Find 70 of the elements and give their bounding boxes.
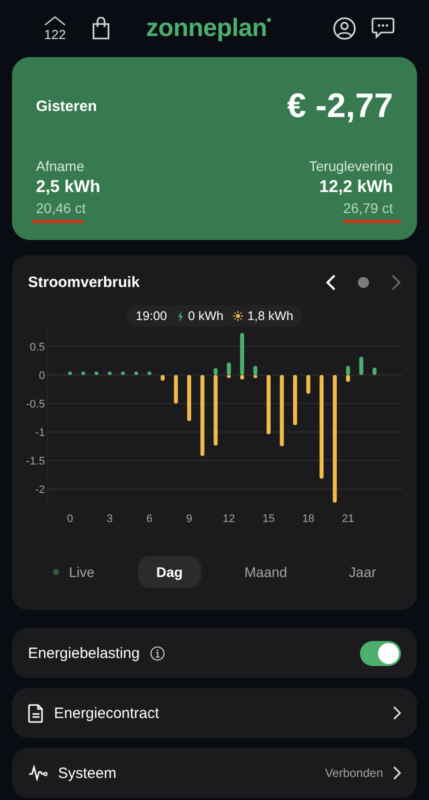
axis-label: -1 bbox=[35, 427, 45, 439]
axis-label: 9 bbox=[186, 513, 192, 525]
chart-bar bbox=[174, 375, 178, 404]
axis-label: -2 bbox=[35, 484, 45, 496]
tooltip-value: 0 kWh bbox=[188, 309, 224, 323]
axis-label: 0.5 bbox=[30, 342, 45, 354]
setting-label: Energiecontract bbox=[54, 704, 160, 722]
roof-icon bbox=[44, 16, 66, 26]
chart-bar bbox=[280, 375, 284, 446]
today-dot[interactable] bbox=[358, 276, 369, 288]
shopping-bag-icon[interactable] bbox=[92, 17, 110, 40]
axis-label: 6 bbox=[146, 513, 152, 525]
stat-price: 20,46 ct bbox=[36, 200, 87, 216]
chart-bar bbox=[372, 368, 377, 375]
period-tab[interactable]: Jaar bbox=[330, 556, 394, 588]
axis-label: 15 bbox=[262, 513, 275, 525]
chart-bar bbox=[94, 372, 98, 375]
axis-label: -1.5 bbox=[26, 456, 45, 468]
chart-bar bbox=[81, 372, 86, 375]
stat-amount: 12,2 kWh bbox=[319, 177, 393, 197]
total-amount: € -2,77 bbox=[287, 87, 393, 126]
underline-mark bbox=[343, 220, 401, 223]
chart-bar bbox=[293, 375, 298, 426]
account-icon[interactable] bbox=[333, 17, 356, 40]
setting-row[interactable]: Systeem Verbonden bbox=[12, 748, 417, 798]
chart-bar bbox=[120, 372, 125, 375]
chart-bar bbox=[108, 372, 112, 375]
axis-label: 3 bbox=[106, 513, 113, 525]
period-tab[interactable]: Maand bbox=[226, 556, 306, 588]
stat-amount: 2,5 kWh bbox=[36, 177, 100, 197]
chat-icon[interactable] bbox=[371, 17, 395, 40]
chart-bar bbox=[147, 372, 152, 375]
document-icon bbox=[28, 704, 44, 722]
tooltip-time: 19:00 bbox=[136, 309, 167, 323]
setting-row[interactable]: Energiecontract bbox=[12, 688, 417, 738]
home-button[interactable]: 122 bbox=[38, 14, 72, 44]
axis-label: -0.5 bbox=[26, 398, 45, 410]
axis-label: 18 bbox=[302, 513, 314, 525]
axis-label: 12 bbox=[222, 513, 235, 525]
period-tab[interactable]: Dag bbox=[138, 556, 201, 588]
chart-title: Stroomverbruik bbox=[28, 274, 141, 290]
info-icon[interactable] bbox=[150, 646, 165, 660]
tooltip-value: 1,8 kWh bbox=[247, 309, 294, 323]
sun-icon bbox=[233, 311, 244, 321]
stat-label: Afname bbox=[36, 158, 86, 174]
pulse-icon bbox=[28, 765, 48, 781]
chart-bar bbox=[187, 375, 192, 422]
chart-bar bbox=[359, 356, 364, 375]
stat-label: Teruglevering bbox=[308, 158, 393, 174]
setting-label: Systeem bbox=[58, 764, 118, 782]
logo: zonneplan bbox=[110, 14, 307, 43]
chart-bar bbox=[160, 375, 165, 381]
axis-label: 21 bbox=[342, 513, 354, 525]
period-tab[interactable]: Live bbox=[34, 556, 113, 588]
bolt-icon bbox=[176, 310, 184, 322]
previous-button[interactable] bbox=[326, 274, 336, 290]
chart-bar bbox=[68, 372, 72, 375]
underline-mark bbox=[32, 220, 84, 223]
status-text: Verbonden bbox=[324, 766, 383, 780]
stat-price: 26,79 ct bbox=[343, 200, 393, 216]
axis-label: 0 bbox=[66, 513, 74, 525]
period-label: Gisteren bbox=[36, 98, 97, 115]
chart-bar bbox=[306, 375, 310, 394]
chevron-icon bbox=[393, 766, 401, 780]
setting-label: Energiebelasting bbox=[28, 644, 140, 662]
chart-bar bbox=[134, 372, 138, 375]
toggle-switch[interactable] bbox=[360, 640, 401, 666]
chevron-icon bbox=[393, 706, 401, 720]
axis-label: 0 bbox=[38, 370, 45, 382]
chart-bar bbox=[266, 375, 271, 434]
